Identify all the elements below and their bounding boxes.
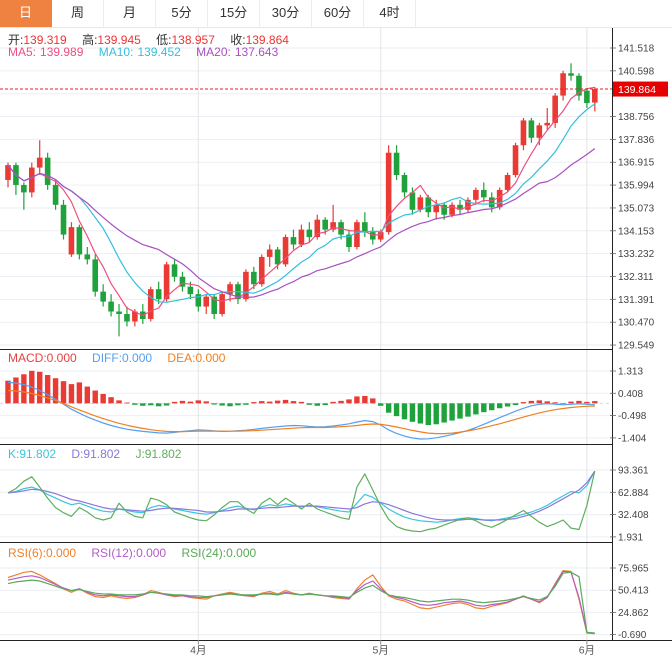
y-axis-label: 24.862 xyxy=(618,608,649,619)
tab-5min[interactable]: 5分 xyxy=(156,0,208,27)
y-axis-label: 131.391 xyxy=(618,295,655,306)
current-price-tag: 139.864 xyxy=(613,82,668,97)
rsi24-value: 0.000 xyxy=(226,546,256,560)
y-axis-label: 135.073 xyxy=(618,203,655,214)
kdj-legend: K:91.802 D:91.802 J:91.802 xyxy=(8,447,193,461)
rsi12-line xyxy=(8,571,595,633)
y-axis-label: -0.690 xyxy=(618,630,647,641)
rsi12-label: RSI(12): xyxy=(91,546,136,560)
ma20-label: MA20: xyxy=(196,45,231,59)
d-label: D: xyxy=(71,447,83,461)
tab-15min[interactable]: 15分 xyxy=(208,0,260,27)
macd-value: 0.000 xyxy=(47,351,77,365)
y-axis-label: 137.836 xyxy=(618,135,655,146)
x-axis-label: 5月 xyxy=(373,645,389,657)
j-value: 91.802 xyxy=(145,447,182,461)
ma5-label: MA5: xyxy=(8,45,36,59)
y-axis-label: 130.470 xyxy=(618,318,655,329)
macd-legend: MACD:0.000 DIFF:0.000 DEA:0.000 xyxy=(8,351,237,365)
timeframe-tabbar: 日周月5分15分30分60分4时 xyxy=(0,0,672,28)
y-axis-label: 1.931 xyxy=(618,532,643,543)
d-value: 91.802 xyxy=(83,447,120,461)
macd-histogram xyxy=(5,371,597,425)
y-axis-label: 129.549 xyxy=(618,341,655,352)
y-axis-label: 140.598 xyxy=(618,66,655,77)
y-axis-label: 62.884 xyxy=(618,488,649,499)
y-axis-label: 0.408 xyxy=(618,389,643,400)
y-axis-label: 141.518 xyxy=(618,44,655,55)
y-axis-label: 136.915 xyxy=(618,158,655,169)
y-axis-label: 138.756 xyxy=(618,112,655,123)
y-axis-label: 1.313 xyxy=(618,367,643,378)
rsi6-value: 0.000 xyxy=(46,546,76,560)
tab-month[interactable]: 月 xyxy=(104,0,156,27)
j-line xyxy=(8,471,595,532)
rsi12-value: 0.000 xyxy=(136,546,166,560)
y-axis: 141.518 140.598 138.756 137.836 136.915 135.9… xyxy=(610,44,655,642)
tab-day[interactable]: 日 xyxy=(0,0,52,27)
rsi6-label: RSI(6): xyxy=(8,546,46,560)
x-axis-label: 6月 xyxy=(579,645,595,657)
y-axis-label: 135.994 xyxy=(618,181,655,192)
y-axis-label: -1.404 xyxy=(618,433,647,444)
y-axis-label: 50.413 xyxy=(618,586,649,597)
diff-value: 0.000 xyxy=(122,351,152,365)
diff-label: DIFF: xyxy=(92,351,122,365)
rsi-legend: RSI(6):0.000 RSI(12):0.000 RSI(24):0.000 xyxy=(8,546,268,560)
ma-legend: MA5: 139.989 MA10:139.452 MA20: 137.643 xyxy=(8,45,290,59)
tab-60min[interactable]: 60分 xyxy=(312,0,364,27)
dea-label: DEA: xyxy=(167,351,195,365)
candlestick-series xyxy=(5,63,597,336)
y-axis-label: 32.408 xyxy=(618,510,649,521)
y-axis-label: 133.232 xyxy=(618,249,655,260)
chart-canvas[interactable]: 141.518 140.598 138.756 137.836 136.915 135.9… xyxy=(0,0,672,669)
k-value: 91.802 xyxy=(19,447,56,461)
ma10-label: MA10: xyxy=(99,45,134,59)
k-label: K: xyxy=(8,447,19,461)
x-axis-label: 4月 xyxy=(190,645,206,657)
tab-4hour[interactable]: 4时 xyxy=(364,0,416,27)
current-price-value: 139.864 xyxy=(618,84,656,96)
x-axis: 4月 5月 6月 xyxy=(190,640,595,657)
y-axis-label: 93.361 xyxy=(618,466,649,477)
macd-label: MACD: xyxy=(8,351,47,365)
j-label: J: xyxy=(135,447,144,461)
y-axis-label: 75.965 xyxy=(618,564,649,575)
y-axis-label: 134.153 xyxy=(618,226,655,237)
ma20-value: 137.643 xyxy=(235,45,278,59)
kline-chart-app: 141.518 140.598 138.756 137.836 136.915 135.9… xyxy=(0,0,672,669)
ma10-value: 139.452 xyxy=(137,45,180,59)
tab-week[interactable]: 周 xyxy=(52,0,104,27)
ma5-value: 139.989 xyxy=(40,45,83,59)
y-axis-label: -0.498 xyxy=(618,411,647,422)
tab-30min[interactable]: 30分 xyxy=(260,0,312,27)
rsi24-label: RSI(24): xyxy=(181,546,226,560)
dea-value: 0.000 xyxy=(195,351,225,365)
y-axis-label: 132.311 xyxy=(618,272,654,283)
d-line xyxy=(8,471,595,520)
